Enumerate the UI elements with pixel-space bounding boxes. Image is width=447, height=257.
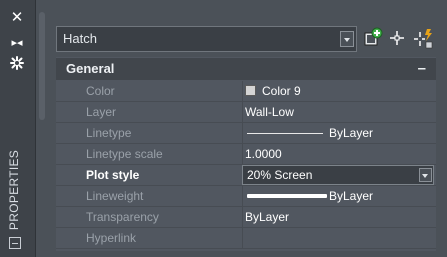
property-row-plot-style[interactable]: Plot style 20% Screen [56, 165, 436, 186]
property-value-hyperlink[interactable] [242, 228, 436, 248]
color-value: Color 9 [262, 84, 301, 98]
property-row-color[interactable]: Color Color 9 [56, 81, 436, 102]
property-value-transparency[interactable]: ByLayer [242, 207, 436, 227]
section-header-general[interactable]: General – [56, 58, 436, 80]
property-value-layer[interactable]: Wall-Low [242, 102, 436, 122]
property-row-layer[interactable]: Layer Wall-Low [56, 102, 436, 123]
properties-menu-icon[interactable] [6, 56, 28, 74]
select-objects-icon[interactable] [386, 26, 408, 50]
property-name: Hyperlink [86, 231, 137, 245]
property-name: Color [86, 84, 115, 98]
plot-style-value: 20% Screen [247, 168, 313, 182]
palette-layout-icon[interactable] [9, 237, 21, 249]
plot-style-dropdown[interactable]: 20% Screen [242, 165, 434, 185]
property-value-linetype-scale[interactable]: 1.0000 [242, 144, 436, 164]
linetype-value: ByLayer [329, 126, 374, 140]
chevron-down-icon[interactable] [340, 31, 354, 47]
property-value-linetype[interactable]: ByLayer [242, 123, 436, 143]
property-row-linetype[interactable]: Linetype ByLayer [56, 123, 436, 144]
section-title: General [66, 61, 115, 76]
property-name: Layer [86, 105, 117, 119]
gear-icon [10, 56, 24, 70]
property-name: Lineweight [86, 189, 144, 203]
lineweight-value: ByLayer [329, 189, 374, 203]
palette-title-strip: ✕ ▸◂ PROPERTIES [0, 0, 36, 257]
property-row-hyperlink[interactable]: Hyperlink [56, 228, 436, 249]
object-type-value: Hatch [63, 31, 97, 46]
auto-hide-icon[interactable]: ▸◂ [6, 34, 28, 52]
chevron-down-icon[interactable] [419, 168, 432, 182]
lineweight-sample [247, 194, 327, 198]
quick-select-icon[interactable] [412, 26, 434, 50]
palette-title: PROPERTIES [7, 149, 22, 231]
property-name: Linetype [86, 126, 132, 140]
property-name: Linetype scale [86, 147, 163, 161]
property-value-color[interactable]: Color 9 [242, 81, 436, 101]
palette-scrollbar[interactable] [39, 12, 45, 120]
object-type-selector[interactable]: Hatch [56, 26, 357, 52]
properties-palette: ✕ ▸◂ PROPERTIES Hatch General – Color Co… [0, 0, 447, 257]
collapse-icon[interactable]: – [418, 58, 426, 80]
property-name: Plot style [86, 168, 140, 182]
close-icon[interactable]: ✕ [6, 8, 28, 26]
property-grid: General – Color Color 9 Layer Wall-Low L… [56, 57, 436, 251]
property-row-linetype-scale[interactable]: Linetype scale 1.0000 [56, 144, 436, 165]
property-row-transparency[interactable]: Transparency ByLayer [56, 207, 436, 228]
linetype-sample [247, 133, 323, 134]
property-row-lineweight[interactable]: Lineweight ByLayer [56, 186, 436, 207]
property-value-lineweight[interactable]: ByLayer [242, 186, 436, 206]
property-name: Transparency [86, 210, 159, 224]
toggle-pickadd-icon[interactable] [362, 26, 384, 50]
color-swatch-icon [245, 85, 256, 96]
